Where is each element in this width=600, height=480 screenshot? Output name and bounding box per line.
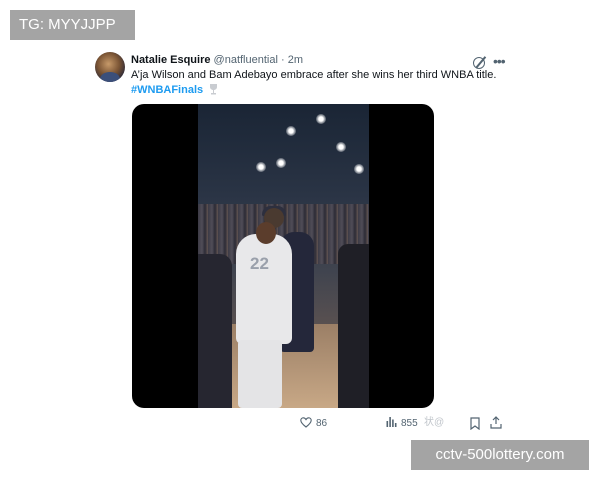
hashtag-link[interactable]: #WNBAFinals — [131, 84, 203, 96]
author-name[interactable]: Natalie Esquire — [131, 54, 210, 66]
watermark-top-left: TG: MYYJJPP — [10, 10, 135, 40]
jersey-number: 22 — [250, 254, 269, 273]
hashtag-row: #WNBAFinals — [131, 83, 218, 98]
avatar-shoulders — [100, 72, 120, 82]
video-player[interactable]: 22 — [132, 104, 434, 408]
overlay-watermark: 状@ — [424, 417, 445, 428]
views-button[interactable]: 855 — [386, 416, 418, 432]
share-icon[interactable] — [490, 416, 502, 429]
views-icon — [386, 417, 397, 427]
video-frame[interactable]: 22 — [198, 104, 369, 408]
arena-light — [276, 158, 286, 168]
player-legs — [238, 340, 282, 408]
like-button[interactable]: 86 — [300, 416, 327, 432]
trophy-icon — [210, 84, 218, 95]
arena-light — [256, 162, 266, 172]
view-count: 855 — [401, 418, 418, 429]
like-count: 86 — [316, 418, 328, 429]
tweet-text: A’ja Wilson and Bam Adebayo embrace afte… — [131, 69, 497, 81]
bookmark-icon[interactable] — [470, 417, 480, 430]
tweet-header: Natalie Esquire @natfluential · 2m ••• — [131, 52, 515, 69]
player-aja-wilson — [236, 234, 292, 344]
heart-icon — [300, 417, 312, 428]
arena-light — [316, 114, 326, 124]
watermark-bottom-right: cctv-500lottery.com — [411, 440, 589, 470]
timestamp[interactable]: 2m — [288, 54, 303, 66]
avatar[interactable] — [95, 52, 125, 82]
arena-light — [354, 164, 364, 174]
arena-light — [336, 142, 346, 152]
bystander-right — [338, 244, 369, 408]
bystander-left — [198, 254, 232, 408]
arena-light — [286, 126, 296, 136]
separator: · — [280, 54, 285, 66]
author-handle[interactable]: @natfluential — [214, 54, 278, 66]
player-head — [256, 222, 276, 244]
